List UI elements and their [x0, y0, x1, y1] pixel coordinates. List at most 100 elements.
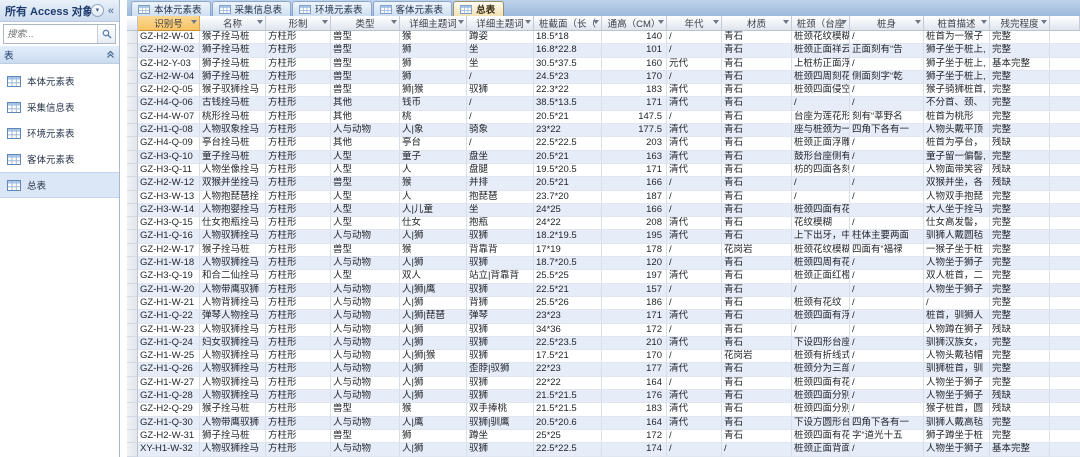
table-cell[interactable]: /	[850, 191, 924, 204]
table-cell[interactable]: GZ-H1-W-18	[138, 257, 200, 270]
record-selector[interactable]	[127, 217, 138, 230]
table-cell[interactable]: 210	[602, 337, 667, 350]
table-cell[interactable]: 桩颈正面背面	[792, 443, 850, 456]
table-cell[interactable]: 人物带鹰驭狮	[200, 417, 266, 430]
table-cell[interactable]: 桩颈四面分别	[792, 390, 850, 403]
table-cell[interactable]: /	[924, 297, 990, 310]
table-cell[interactable]: 18.7*20.5	[534, 257, 602, 270]
sidebar-item[interactable]: 采集信息表	[0, 94, 119, 120]
table-cell[interactable]: /	[850, 297, 924, 310]
table-cell[interactable]: 人|狮|琵琶	[400, 310, 467, 323]
table-cell[interactable]: 方柱形	[266, 417, 331, 430]
table-cell[interactable]: /	[667, 44, 722, 57]
table-cell[interactable]: 站立|背靠背	[467, 270, 534, 283]
table-cell[interactable]: GZ-H3-W-13	[138, 191, 200, 204]
table-cell[interactable]: 狮子坐于桩上,	[924, 71, 990, 84]
table-cell[interactable]: GZ-H3-Q-19	[138, 270, 200, 283]
table-cell[interactable]: 17.5*21	[534, 350, 602, 363]
table-cell[interactable]: 25*25	[534, 430, 602, 443]
table-cell[interactable]: 170	[602, 71, 667, 84]
column-filter-icon[interactable]	[981, 20, 987, 24]
table-cell[interactable]: /	[850, 324, 924, 337]
table-cell[interactable]: /	[850, 350, 924, 363]
record-selector[interactable]	[127, 390, 138, 403]
table-cell[interactable]: GZ-H2-W-12	[138, 177, 200, 190]
table-cell[interactable]: 桩颈四面有花	[792, 430, 850, 443]
table-cell[interactable]: 人物头戴毡帽	[924, 350, 990, 363]
table-cell[interactable]: 残缺	[990, 177, 1050, 190]
table-cell[interactable]: 完整	[990, 244, 1050, 257]
table-cell[interactable]: 青石	[722, 58, 792, 71]
table-cell[interactable]: 童子留一偏髻,	[924, 151, 990, 164]
table-cell[interactable]: 青石	[722, 363, 792, 376]
table-cell[interactable]: 完整	[990, 297, 1050, 310]
table-cell[interactable]: 狮|猴	[400, 84, 467, 97]
record-selector[interactable]	[127, 58, 138, 71]
table-cell[interactable]: 清代	[667, 270, 722, 283]
table-cell[interactable]: 桩颈有花纹	[792, 297, 850, 310]
table-cell[interactable]: 蹲姿	[467, 31, 534, 44]
table-cell[interactable]: 人物驭狮拴马	[200, 377, 266, 390]
table-cell[interactable]: /	[667, 204, 722, 217]
table-cell[interactable]: 完整	[990, 337, 1050, 350]
datasheet-corner[interactable]	[127, 16, 138, 31]
table-cell[interactable]: 30.5*37.5	[534, 58, 602, 71]
table-cell[interactable]: 猴子拴马桩	[200, 244, 266, 257]
table-cell[interactable]: 23*22	[534, 124, 602, 137]
table-cell[interactable]: 青石	[722, 44, 792, 57]
table-cell[interactable]: 驭狮	[467, 284, 534, 297]
table-cell[interactable]: 清代	[667, 403, 722, 416]
table-cell[interactable]: 人物驭狮拴马	[200, 390, 266, 403]
table-cell[interactable]: 柱体主要两面	[850, 230, 924, 243]
table-cell[interactable]: /	[850, 151, 924, 164]
table-cell[interactable]: /	[467, 97, 534, 110]
table-cell[interactable]: 22.5*22.5	[534, 137, 602, 150]
table-cell[interactable]: 完整	[990, 350, 1050, 363]
table-cell[interactable]: 猴	[400, 177, 467, 190]
table-cell[interactable]: GZ-H1-Q-26	[138, 363, 200, 376]
table-cell[interactable]: 34*36	[534, 324, 602, 337]
table-cell[interactable]: 方柱形	[266, 350, 331, 363]
table-cell[interactable]: 23*23	[534, 310, 602, 323]
table-cell[interactable]: 桩首为桃形	[924, 111, 990, 124]
table-cell[interactable]: 方柱形	[266, 363, 331, 376]
table-cell[interactable]: 侧面刻字“乾	[850, 71, 924, 84]
navigation-pane-header[interactable]: 所有 Access 对象 ▾ «	[0, 0, 119, 22]
table-cell[interactable]: 花纹模糊	[792, 217, 850, 230]
table-cell[interactable]: 38.5*13.5	[534, 97, 602, 110]
column-filter-icon[interactable]	[783, 20, 789, 24]
table-cell[interactable]: 人与动物	[331, 417, 400, 430]
table-cell[interactable]: 驯狮人戴圆毡	[924, 230, 990, 243]
record-selector[interactable]	[127, 164, 138, 177]
table-cell[interactable]: 完整	[990, 71, 1050, 84]
table-cell[interactable]: 驭狮	[467, 257, 534, 270]
table-cell[interactable]: 青石	[722, 97, 792, 110]
table-cell[interactable]: /	[792, 284, 850, 297]
table-cell[interactable]: 方柱形	[266, 217, 331, 230]
table-cell[interactable]: 171	[602, 97, 667, 110]
table-cell[interactable]: 和合二仙拴马	[200, 270, 266, 283]
table-cell[interactable]: 166	[602, 177, 667, 190]
table-cell[interactable]: 猴	[400, 31, 467, 44]
table-cell[interactable]: 骑象	[467, 124, 534, 137]
table-cell[interactable]: 人物坐于狮子	[924, 284, 990, 297]
table-cell[interactable]: 青石	[722, 430, 792, 443]
column-filter-icon[interactable]	[458, 20, 464, 24]
table-cell[interactable]: 人|狮|猴	[400, 350, 467, 363]
table-cell[interactable]: 清代	[667, 310, 722, 323]
document-tab[interactable]: 本体元素表	[131, 1, 211, 16]
table-cell[interactable]: 桩颈正面祥云	[792, 44, 850, 57]
table-cell[interactable]: 完整	[990, 230, 1050, 243]
record-selector[interactable]	[127, 403, 138, 416]
table-cell[interactable]: 兽型	[331, 177, 400, 190]
table-cell[interactable]: 完整	[990, 111, 1050, 124]
table-cell[interactable]: 其他	[331, 111, 400, 124]
record-selector[interactable]	[127, 191, 138, 204]
table-cell[interactable]: 方柱形	[266, 430, 331, 443]
table-cell[interactable]: 驭狮	[467, 377, 534, 390]
record-selector[interactable]	[127, 363, 138, 376]
column-filter-icon[interactable]	[713, 20, 719, 24]
table-cell[interactable]: 25.5*25	[534, 270, 602, 283]
table-cell[interactable]: 狮子拴马桩	[200, 44, 266, 57]
record-selector[interactable]	[127, 443, 138, 456]
